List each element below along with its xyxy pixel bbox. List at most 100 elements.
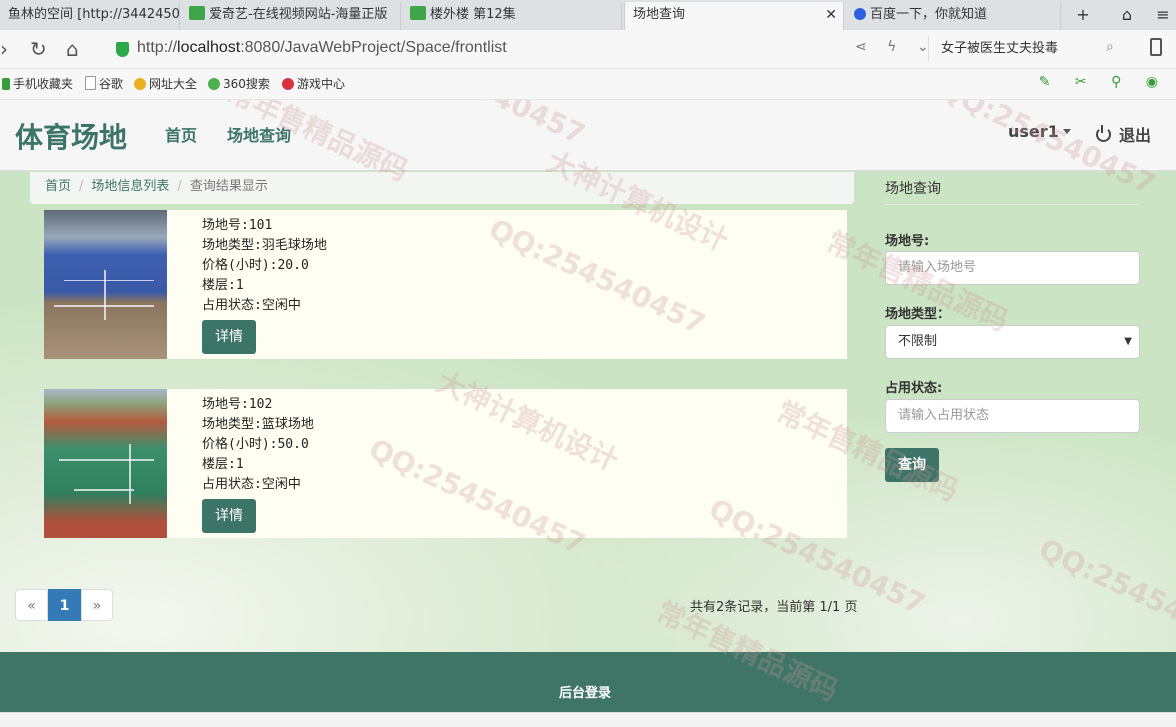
game-icon bbox=[282, 78, 294, 90]
breadcrumb-separator: / bbox=[177, 179, 182, 194]
query-button[interactable]: 查询 bbox=[885, 448, 939, 482]
phone-icon[interactable] bbox=[1150, 38, 1162, 56]
admin-login-link[interactable]: 后台登录 bbox=[0, 682, 1170, 701]
breadcrumb-home[interactable]: 首页 bbox=[45, 179, 71, 194]
tab-label: 楼外楼 第12集 bbox=[430, 7, 516, 22]
username: user1 bbox=[1008, 122, 1059, 141]
next-page-button[interactable]: » bbox=[81, 589, 113, 621]
site-brand[interactable]: 体育场地 bbox=[15, 116, 127, 156]
query-panel-title: 场地查询 bbox=[885, 181, 941, 197]
tab-label: 鱼林的空间 [http://3442450 bbox=[8, 7, 180, 22]
address-tool-icons[interactable]: ⋖ ϟ ⌄ bbox=[855, 39, 937, 55]
secure-shield-icon bbox=[116, 42, 129, 57]
placeholder-text: 请输入占用状态 bbox=[898, 408, 990, 423]
menu-icon[interactable]: ≡ bbox=[1148, 0, 1176, 30]
bookmark-label: 360搜索 bbox=[223, 77, 270, 91]
prev-page-button[interactable]: « bbox=[15, 589, 48, 621]
breadcrumb-current: 查询结果显示 bbox=[189, 179, 268, 194]
venue-card: 场地号:102 场地类型:篮球场地 价格(小时):50.0 楼层:1 占用状态:… bbox=[44, 389, 847, 538]
venue-number: 场地号:101 bbox=[202, 218, 273, 233]
detail-button[interactable]: 详情 bbox=[202, 320, 256, 354]
power-icon bbox=[1096, 125, 1111, 142]
new-tab-icon[interactable]: + bbox=[1068, 0, 1098, 30]
select-value: 不限制 bbox=[898, 334, 938, 349]
url-scheme: http:// bbox=[137, 39, 178, 56]
venue-info: 场地号:101 场地类型:羽毛球场地 价格(小时):20.0 楼层:1 占用状态… bbox=[202, 216, 327, 316]
bookmarks-bar: 手机收藏夹 谷歌 网址大全 360搜索 游戏中心 ✎ ✂ ⚲ ◉ bbox=[0, 69, 1176, 100]
venue-info: 场地号:102 场地类型:篮球场地 价格(小时):50.0 楼层:1 占用状态:… bbox=[202, 395, 314, 495]
logout-link[interactable]: 退出 bbox=[1096, 122, 1151, 146]
bookmark-item[interactable]: 谷歌 bbox=[85, 75, 123, 92]
iqiyi-icon bbox=[410, 6, 426, 20]
iqiyi-icon bbox=[189, 6, 205, 20]
venue-price: 价格(小时):50.0 bbox=[202, 437, 309, 452]
search-text: 女子被医生丈夫投毒 bbox=[941, 41, 1059, 56]
close-tab-icon[interactable]: ✕ bbox=[825, 2, 837, 28]
browser-status-bar bbox=[0, 712, 1176, 727]
bookmark-item[interactable]: 360搜索 bbox=[208, 75, 270, 92]
bookmark-label: 谷歌 bbox=[99, 77, 124, 91]
nav-home-link[interactable]: 首页 bbox=[165, 122, 197, 146]
detail-button[interactable]: 详情 bbox=[202, 499, 256, 533]
browser-tab-active[interactable]: 场地查询 ✕ bbox=[624, 2, 844, 30]
home-icon[interactable]: ⌂ bbox=[66, 34, 79, 64]
placeholder-text: 请输入场地号 bbox=[898, 260, 977, 275]
baidu-icon bbox=[854, 8, 866, 20]
logout-label: 退出 bbox=[1119, 126, 1152, 145]
bookmark-item[interactable]: 网址大全 bbox=[134, 75, 197, 92]
basketball-court-photo[interactable] bbox=[44, 389, 167, 538]
venue-card: 场地号:101 场地类型:羽毛球场地 价格(小时):20.0 楼层:1 占用状态… bbox=[44, 210, 847, 359]
badminton-court-photo[interactable] bbox=[44, 210, 167, 359]
breadcrumb-venue-list[interactable]: 场地信息列表 bbox=[91, 179, 169, 194]
reload-icon[interactable]: ↻ bbox=[30, 34, 47, 64]
forward-icon[interactable]: › bbox=[0, 34, 8, 64]
venue-type-label: 场地类型： bbox=[885, 307, 951, 322]
venue-floor: 楼层:1 bbox=[202, 278, 244, 293]
nav-venue-query-link[interactable]: 场地查询 bbox=[227, 122, 291, 146]
status-label: 占用状态: bbox=[885, 381, 943, 396]
tab-label: 百度一下，你就知道 bbox=[870, 7, 988, 22]
status-input[interactable]: 请输入占用状态 bbox=[885, 399, 1140, 433]
caret-down-icon bbox=[1062, 129, 1071, 134]
bookmark-label: 手机收藏夹 bbox=[13, 77, 74, 91]
breadcrumb: 首页 / 场地信息列表 / 查询结果显示 bbox=[30, 172, 854, 204]
tab-label: 场地查询 bbox=[633, 7, 686, 22]
breadcrumb-separator: / bbox=[79, 179, 84, 194]
extension-icons[interactable]: ✎ ✂ ⚲ ◉ bbox=[1039, 74, 1168, 90]
site-navbar: 体育场地 首页 场地查询 user1 退出 bbox=[0, 100, 1176, 171]
chevron-down-icon: ▼ bbox=[1124, 336, 1132, 347]
browser-tab[interactable]: 爱奇艺-在线视频网站-海量正版 bbox=[181, 2, 401, 30]
venue-type: 场地类型:羽毛球场地 bbox=[202, 238, 327, 253]
watermark: QQ:254540457 bbox=[1033, 532, 1176, 661]
bookmark-item[interactable]: 手机收藏夹 bbox=[2, 75, 73, 92]
divider bbox=[885, 204, 1140, 205]
shirt-icon[interactable]: ⌂ bbox=[1112, 0, 1142, 30]
url-path: :8080/JavaWebProject/Space/frontlist bbox=[240, 39, 507, 56]
venue-floor: 楼层:1 bbox=[202, 457, 244, 472]
venue-price: 价格(小时):20.0 bbox=[202, 258, 309, 273]
user-dropdown[interactable]: user1 bbox=[1008, 122, 1071, 141]
browser-tab[interactable]: 楼外楼 第12集 bbox=[402, 2, 622, 30]
tab-label: 爱奇艺-在线视频网站-海量正版 bbox=[209, 7, 388, 22]
venue-number-input[interactable]: 请输入场地号 bbox=[885, 251, 1140, 285]
site-nav-icon bbox=[134, 78, 146, 90]
360-icon bbox=[208, 78, 220, 90]
bookmark-label: 网址大全 bbox=[149, 77, 198, 91]
search-icon[interactable]: ⌕ bbox=[1106, 39, 1114, 55]
browser-search-box[interactable]: 女子被医生丈夫投毒 bbox=[928, 36, 1128, 62]
venue-number: 场地号:102 bbox=[202, 397, 273, 412]
bookmark-item[interactable]: 游戏中心 bbox=[282, 75, 345, 92]
venue-type: 场地类型:篮球场地 bbox=[202, 417, 314, 432]
browser-tab-bar: 鱼林的空间 [http://3442450 爱奇艺-在线视频网站-海量正版 楼外… bbox=[0, 0, 1176, 30]
venue-number-label: 场地号: bbox=[885, 234, 930, 249]
venue-type-select[interactable]: 不限制 ▼ bbox=[885, 325, 1140, 359]
bookmark-label: 游戏中心 bbox=[297, 77, 346, 91]
page-icon bbox=[85, 76, 96, 90]
browser-tab[interactable]: 鱼林的空间 [http://3442450 bbox=[0, 2, 180, 30]
address-bar: › ↻ ⌂ http://localhost:8080/JavaWebProje… bbox=[0, 30, 1176, 69]
venue-status: 占用状态:空闲中 bbox=[202, 477, 301, 492]
record-summary: 共有2条记录，当前第 1/1 页 bbox=[690, 600, 858, 615]
url-field[interactable]: http://localhost:8080/JavaWebProject/Spa… bbox=[137, 39, 507, 57]
browser-tab[interactable]: 百度一下，你就知道 bbox=[846, 2, 1061, 30]
page-1-button[interactable]: 1 bbox=[48, 589, 81, 621]
